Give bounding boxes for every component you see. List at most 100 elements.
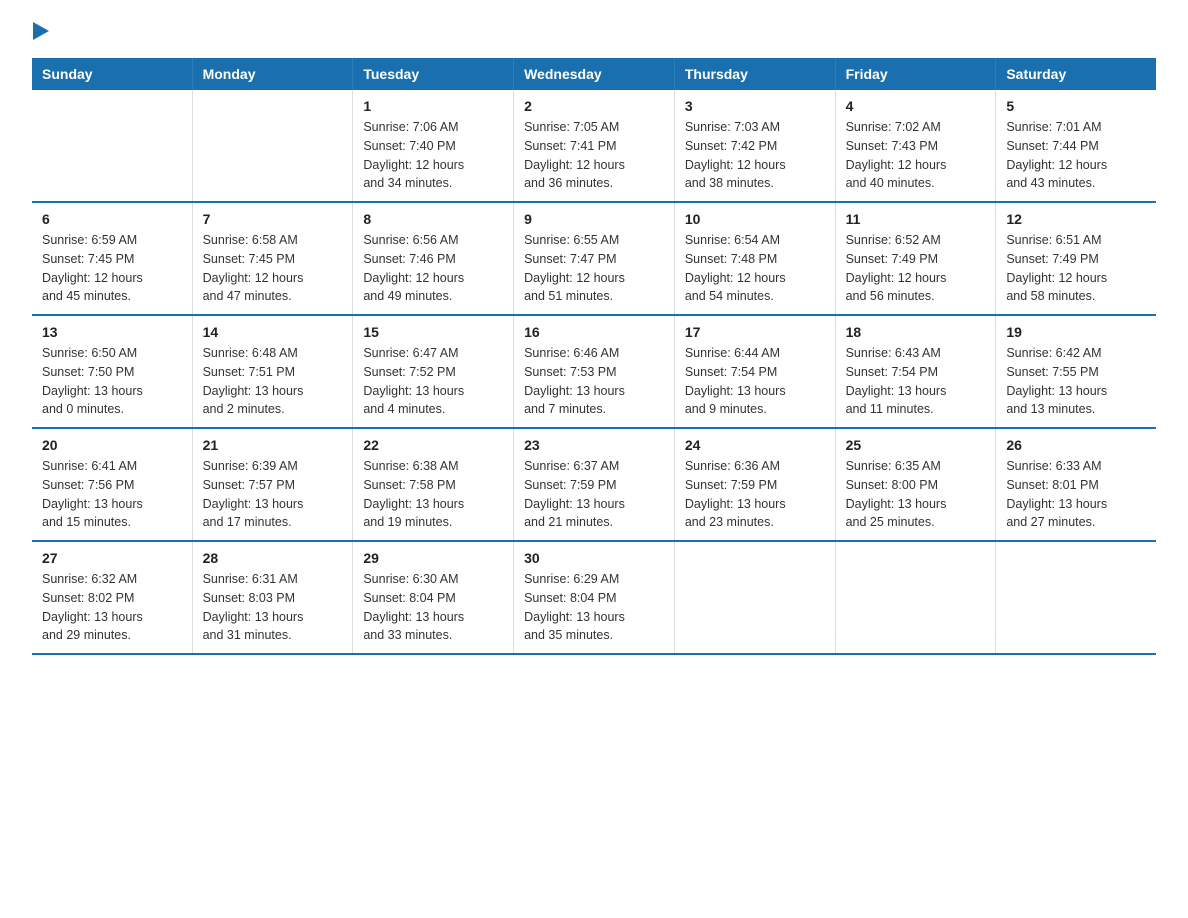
calendar-cell: 20 Sunrise: 6:41 AM Sunset: 7:56 PM Dayli… [32, 428, 192, 541]
day-info: Sunrise: 6:48 AM Sunset: 7:51 PM Dayligh… [203, 344, 343, 419]
calendar-table: SundayMondayTuesdayWednesdayThursdayFrid… [32, 58, 1156, 655]
calendar-week-row: 20 Sunrise: 6:41 AM Sunset: 7:56 PM Dayli… [32, 428, 1156, 541]
day-number: 10 [685, 211, 825, 227]
day-number: 13 [42, 324, 182, 340]
calendar-cell: 5 Sunrise: 7:01 AM Sunset: 7:44 PM Daylig… [996, 90, 1156, 202]
day-number: 14 [203, 324, 343, 340]
day-number: 23 [524, 437, 664, 453]
calendar-cell: 9 Sunrise: 6:55 AM Sunset: 7:47 PM Daylig… [514, 202, 675, 315]
logo-arrow-icon [33, 22, 49, 40]
day-info: Sunrise: 6:41 AM Sunset: 7:56 PM Dayligh… [42, 457, 182, 532]
calendar-cell: 13Sunrise: 6:50 AM Sunset: 7:50 PM Dayli… [32, 315, 192, 428]
day-info: Sunrise: 6:46 AM Sunset: 7:53 PM Dayligh… [524, 344, 664, 419]
day-info: Sunrise: 7:01 AM Sunset: 7:44 PM Dayligh… [1006, 118, 1146, 193]
weekday-header-thursday: Thursday [674, 58, 835, 90]
day-number: 5 [1006, 98, 1146, 114]
calendar-cell: 14 Sunrise: 6:48 AM Sunset: 7:51 PM Dayli… [192, 315, 353, 428]
calendar-cell: 29 Sunrise: 6:30 AM Sunset: 8:04 PM Dayli… [353, 541, 514, 654]
calendar-cell: 12 Sunrise: 6:51 AM Sunset: 7:49 PM Dayli… [996, 202, 1156, 315]
day-info: Sunrise: 7:02 AM Sunset: 7:43 PM Dayligh… [846, 118, 986, 193]
calendar-cell: 26 Sunrise: 6:33 AM Sunset: 8:01 PM Dayli… [996, 428, 1156, 541]
calendar-cell [835, 541, 996, 654]
day-number: 24 [685, 437, 825, 453]
day-info: Sunrise: 6:54 AM Sunset: 7:48 PM Dayligh… [685, 231, 825, 306]
day-info: Sunrise: 6:37 AM Sunset: 7:59 PM Dayligh… [524, 457, 664, 532]
day-info: Sunrise: 6:55 AM Sunset: 7:47 PM Dayligh… [524, 231, 664, 306]
calendar-cell: 7 Sunrise: 6:58 AM Sunset: 7:45 PM Daylig… [192, 202, 353, 315]
day-number: 3 [685, 98, 825, 114]
day-info: Sunrise: 6:29 AM Sunset: 8:04 PM Dayligh… [524, 570, 664, 645]
calendar-cell [996, 541, 1156, 654]
day-number: 2 [524, 98, 664, 114]
day-number: 30 [524, 550, 664, 566]
day-number: 9 [524, 211, 664, 227]
calendar-cell [32, 90, 192, 202]
day-number: 27 [42, 550, 182, 566]
calendar-cell: 15Sunrise: 6:47 AM Sunset: 7:52 PM Dayli… [353, 315, 514, 428]
calendar-cell: 23 Sunrise: 6:37 AM Sunset: 7:59 PM Dayli… [514, 428, 675, 541]
weekday-header-wednesday: Wednesday [514, 58, 675, 90]
calendar-header-row: SundayMondayTuesdayWednesdayThursdayFrid… [32, 58, 1156, 90]
calendar-cell: 6 Sunrise: 6:59 AM Sunset: 7:45 PM Daylig… [32, 202, 192, 315]
calendar-week-row: 27 Sunrise: 6:32 AM Sunset: 8:02 PM Dayli… [32, 541, 1156, 654]
day-number: 6 [42, 211, 182, 227]
day-info: Sunrise: 6:52 AM Sunset: 7:49 PM Dayligh… [846, 231, 986, 306]
day-number: 22 [363, 437, 503, 453]
day-info: Sunrise: 7:03 AM Sunset: 7:42 PM Dayligh… [685, 118, 825, 193]
weekday-header-saturday: Saturday [996, 58, 1156, 90]
calendar-cell: 11 Sunrise: 6:52 AM Sunset: 7:49 PM Dayli… [835, 202, 996, 315]
calendar-week-row: 1 Sunrise: 7:06 AM Sunset: 7:40 PM Daylig… [32, 90, 1156, 202]
day-number: 20 [42, 437, 182, 453]
day-info: Sunrise: 7:06 AM Sunset: 7:40 PM Dayligh… [363, 118, 503, 193]
calendar-cell: 24 Sunrise: 6:36 AM Sunset: 7:59 PM Dayli… [674, 428, 835, 541]
day-info: Sunrise: 6:36 AM Sunset: 7:59 PM Dayligh… [685, 457, 825, 532]
page-header [32, 24, 1156, 40]
day-number: 1 [363, 98, 503, 114]
calendar-cell: 8 Sunrise: 6:56 AM Sunset: 7:46 PM Daylig… [353, 202, 514, 315]
calendar-cell: 2 Sunrise: 7:05 AM Sunset: 7:41 PM Daylig… [514, 90, 675, 202]
calendar-cell: 25 Sunrise: 6:35 AM Sunset: 8:00 PM Dayli… [835, 428, 996, 541]
day-info: Sunrise: 6:30 AM Sunset: 8:04 PM Dayligh… [363, 570, 503, 645]
day-number: 21 [203, 437, 343, 453]
day-number: 25 [846, 437, 986, 453]
day-number: 28 [203, 550, 343, 566]
day-info: Sunrise: 6:58 AM Sunset: 7:45 PM Dayligh… [203, 231, 343, 306]
day-number: 11 [846, 211, 986, 227]
calendar-cell: 18 Sunrise: 6:43 AM Sunset: 7:54 PM Dayli… [835, 315, 996, 428]
calendar-cell: 27 Sunrise: 6:32 AM Sunset: 8:02 PM Dayli… [32, 541, 192, 654]
day-info: Sunrise: 6:43 AM Sunset: 7:54 PM Dayligh… [846, 344, 986, 419]
day-info: Sunrise: 6:33 AM Sunset: 8:01 PM Dayligh… [1006, 457, 1146, 532]
calendar-cell: 3 Sunrise: 7:03 AM Sunset: 7:42 PM Daylig… [674, 90, 835, 202]
day-info: Sunrise: 6:44 AM Sunset: 7:54 PM Dayligh… [685, 344, 825, 419]
calendar-cell [192, 90, 353, 202]
day-info: Sunrise: 6:31 AM Sunset: 8:03 PM Dayligh… [203, 570, 343, 645]
day-info: Sunrise: 6:51 AM Sunset: 7:49 PM Dayligh… [1006, 231, 1146, 306]
day-number: 12 [1006, 211, 1146, 227]
day-number: 4 [846, 98, 986, 114]
day-number: 8 [363, 211, 503, 227]
calendar-cell: 28 Sunrise: 6:31 AM Sunset: 8:03 PM Dayli… [192, 541, 353, 654]
day-info: Sunrise: 6:42 AM Sunset: 7:55 PM Dayligh… [1006, 344, 1146, 419]
calendar-cell: 10 Sunrise: 6:54 AM Sunset: 7:48 PM Dayli… [674, 202, 835, 315]
day-info: Sunrise: 6:59 AM Sunset: 7:45 PM Dayligh… [42, 231, 182, 306]
calendar-cell: 17 Sunrise: 6:44 AM Sunset: 7:54 PM Dayli… [674, 315, 835, 428]
day-number: 18 [846, 324, 986, 340]
calendar-cell: 30 Sunrise: 6:29 AM Sunset: 8:04 PM Dayli… [514, 541, 675, 654]
calendar-cell: 21 Sunrise: 6:39 AM Sunset: 7:57 PM Dayli… [192, 428, 353, 541]
weekday-header-monday: Monday [192, 58, 353, 90]
day-info: Sunrise: 6:35 AM Sunset: 8:00 PM Dayligh… [846, 457, 986, 532]
day-number: 7 [203, 211, 343, 227]
day-info: Sunrise: 6:39 AM Sunset: 7:57 PM Dayligh… [203, 457, 343, 532]
day-number: 17 [685, 324, 825, 340]
day-number: 29 [363, 550, 503, 566]
calendar-cell: 1 Sunrise: 7:06 AM Sunset: 7:40 PM Daylig… [353, 90, 514, 202]
calendar-cell: 22Sunrise: 6:38 AM Sunset: 7:58 PM Dayli… [353, 428, 514, 541]
day-number: 26 [1006, 437, 1146, 453]
day-info: Sunrise: 6:56 AM Sunset: 7:46 PM Dayligh… [363, 231, 503, 306]
weekday-header-tuesday: Tuesday [353, 58, 514, 90]
day-info: Sunrise: 7:05 AM Sunset: 7:41 PM Dayligh… [524, 118, 664, 193]
day-number: 19 [1006, 324, 1146, 340]
day-number: 15 [363, 324, 503, 340]
day-info: Sunrise: 6:32 AM Sunset: 8:02 PM Dayligh… [42, 570, 182, 645]
logo [32, 24, 49, 40]
